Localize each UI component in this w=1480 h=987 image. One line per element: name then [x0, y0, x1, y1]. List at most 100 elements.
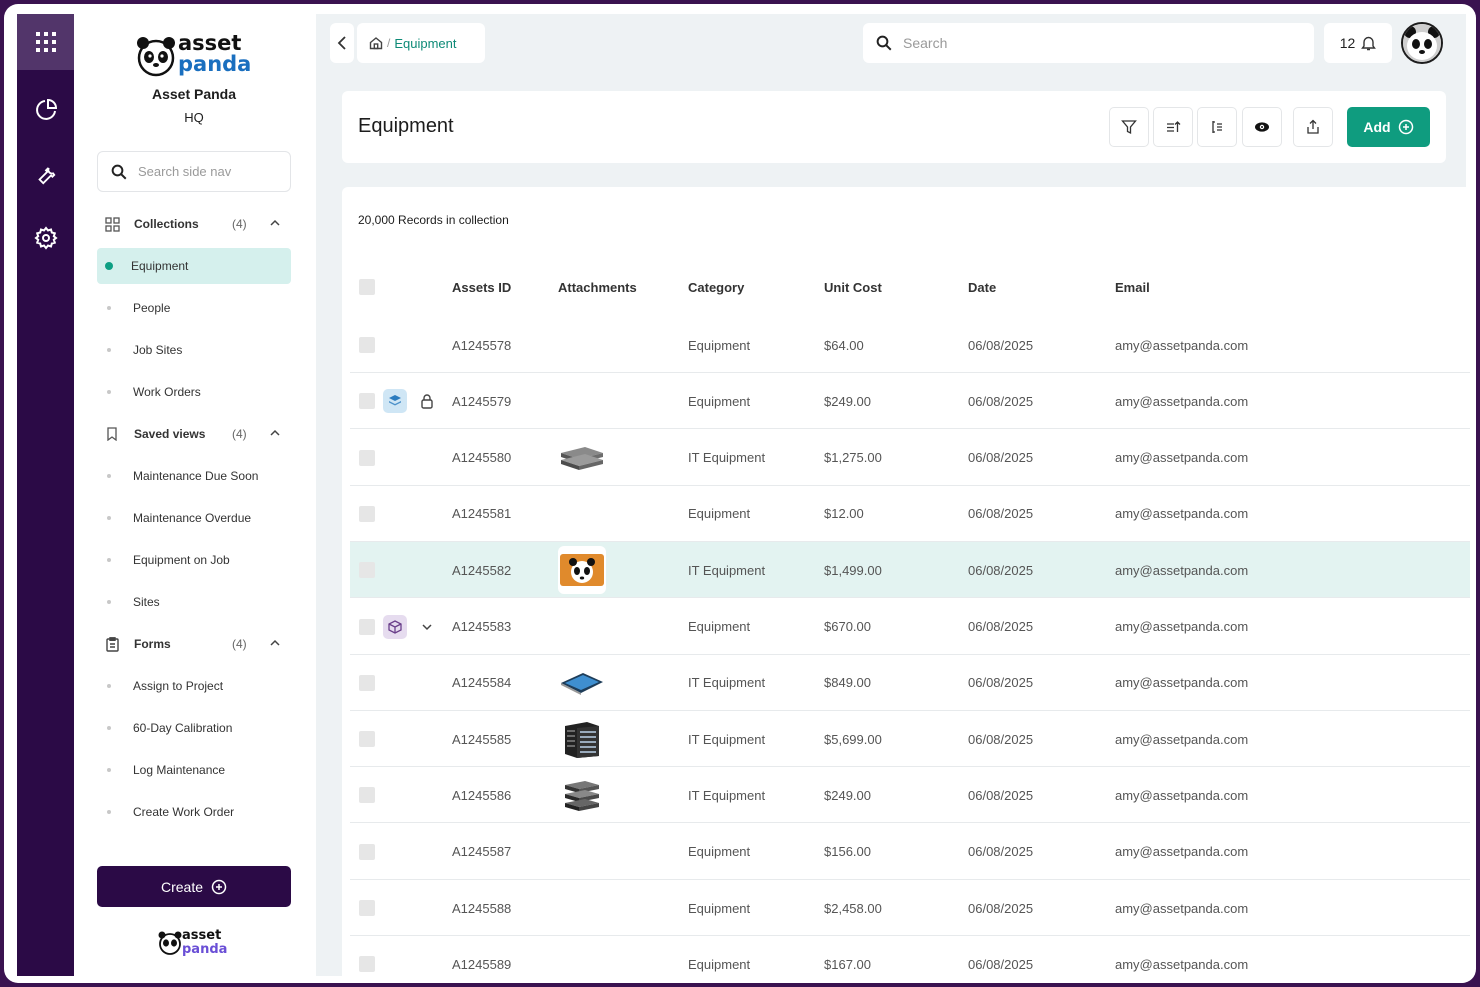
cell-asset-id[interactable]: A1245579	[452, 373, 511, 429]
home-icon[interactable]	[369, 36, 383, 50]
row-checkbox[interactable]	[359, 900, 375, 916]
sidebar-item-people[interactable]: People	[97, 290, 291, 326]
bookmark-icon	[104, 426, 120, 442]
table-row[interactable]: A1245584 IT Equipment $849.00 06/08/2025 amy…	[350, 655, 1470, 711]
server-blades-image[interactable]	[558, 433, 606, 482]
sidebar-item-maintenance-due-soon[interactable]: Maintenance Due Soon	[97, 458, 291, 494]
row-checkbox[interactable]	[359, 787, 375, 804]
sidebar-item-equipment-on-job[interactable]: Equipment on Job	[97, 542, 291, 578]
cell-unit-cost: $5,699.00	[824, 731, 882, 747]
side-nav-search[interactable]	[97, 151, 291, 192]
cell-email: amy@assetpanda.com	[1115, 787, 1249, 803]
sidebar-item-maintenance-overdue[interactable]: Maintenance Overdue	[97, 500, 291, 536]
sidebar-item-assign-to-project[interactable]: Assign to Project	[97, 668, 291, 704]
create-button[interactable]: Create	[97, 866, 291, 907]
box-icon[interactable]	[383, 614, 407, 639]
table-row[interactable]: A1245579 Equipment $249.00 06/08/2025 amy@as…	[350, 373, 1470, 430]
columns-button[interactable]	[1197, 107, 1237, 147]
table-row[interactable]: A1245578 Equipment $64.00 06/08/2025 amy@ass…	[350, 317, 1470, 373]
section-collections[interactable]: Collections (4)	[104, 213, 284, 235]
cell-unit-cost: $1,275.00	[824, 450, 882, 466]
table-row[interactable]: A1245589 Equipment $167.00 06/08/2025 amy@as…	[350, 936, 1470, 983]
cell-asset-id[interactable]: A1245582	[452, 542, 511, 598]
table-row[interactable]: A1245586 IT Equipment $249.00 06/08/2025 amy…	[350, 767, 1470, 824]
row-checkbox[interactable]	[359, 674, 375, 691]
side-nav-search-input[interactable]	[138, 164, 278, 179]
sort-button[interactable]	[1153, 107, 1193, 147]
global-search[interactable]	[863, 23, 1314, 63]
panda-photo-image[interactable]	[558, 546, 606, 595]
row-checkbox[interactable]	[359, 449, 375, 466]
back-button[interactable]	[330, 23, 354, 63]
wrench-icon	[37, 167, 55, 185]
column-header-assets-id[interactable]: Assets ID	[452, 269, 511, 305]
sidebar-item-60-day-calibration[interactable]: 60-Day Calibration	[97, 710, 291, 746]
network-switch-image[interactable]	[558, 771, 606, 820]
settings-button[interactable]	[17, 206, 74, 270]
cell-asset-id[interactable]: A1245586	[452, 767, 511, 823]
chevron-up-icon[interactable]	[270, 637, 284, 651]
export-button[interactable]	[1293, 107, 1333, 147]
row-checkbox[interactable]	[359, 618, 375, 635]
chevron-up-icon[interactable]	[270, 217, 284, 231]
cell-asset-id[interactable]: A1245581	[452, 486, 511, 542]
global-search-input[interactable]	[903, 35, 1283, 51]
lock-icon[interactable]	[415, 389, 439, 413]
add-button[interactable]: Add	[1347, 107, 1430, 147]
section-saved-views[interactable]: Saved views (4)	[104, 423, 284, 445]
row-checkbox[interactable]	[359, 337, 375, 353]
sidebar-item-equipment[interactable]: Equipment	[97, 248, 291, 284]
table-row[interactable]: A1245581 Equipment $12.00 06/08/2025 amy@ass…	[350, 486, 1470, 542]
filter-button[interactable]	[1109, 107, 1149, 147]
select-all-checkbox[interactable]	[359, 279, 375, 295]
notifications-button[interactable]: 12	[1324, 23, 1392, 63]
table-row[interactable]: A1245587 Equipment $156.00 06/08/2025 amy@as…	[350, 824, 1470, 880]
row-checkbox[interactable]	[359, 505, 375, 522]
cell-unit-cost: $670.00	[824, 619, 871, 634]
column-header-attachments[interactable]: Attachments	[558, 269, 637, 305]
row-checkbox[interactable]	[359, 843, 375, 860]
dashboard-button[interactable]	[17, 78, 74, 142]
cell-asset-id[interactable]: A1245584	[452, 655, 511, 711]
row-checkbox[interactable]	[359, 562, 375, 579]
column-header-unit-cost[interactable]: Unit Cost	[824, 269, 882, 305]
column-header-category[interactable]: Category	[688, 269, 744, 305]
small-logo-word-panda: panda	[182, 942, 227, 957]
server-rack-image[interactable]	[558, 715, 606, 764]
sidebar-item-sites[interactable]: Sites	[97, 584, 291, 620]
records-count: 20,000 Records in collection	[358, 213, 509, 227]
sidebar-item-create-work-order[interactable]: Create Work Order	[97, 794, 291, 830]
table-row[interactable]: A1245582 IT Equipment $1,499.00 06/08/2025 a…	[350, 542, 1470, 599]
row-checkbox[interactable]	[359, 393, 375, 410]
apps-grid-icon	[35, 32, 56, 52]
cell-asset-id[interactable]: A1245587	[452, 824, 511, 880]
section-forms[interactable]: Forms (4)	[104, 633, 284, 655]
avatar[interactable]	[1401, 22, 1443, 64]
cell-asset-id[interactable]: A1245589	[452, 936, 511, 983]
column-header-email[interactable]: Email	[1115, 269, 1150, 305]
sidebar-item-job-sites[interactable]: Job Sites	[97, 332, 291, 368]
sidebar-item-work-orders[interactable]: Work Orders	[97, 374, 291, 410]
cell-asset-id[interactable]: A1245588	[452, 880, 511, 936]
apps-grid-button[interactable]	[17, 14, 74, 70]
tablet-image[interactable]	[558, 658, 606, 707]
row-checkbox[interactable]	[359, 956, 375, 973]
table-row[interactable]: A1245580 IT Equipment $1,275.00 06/08/2025 a…	[350, 430, 1470, 486]
layers-icon[interactable]	[383, 389, 407, 414]
table-row[interactable]: A1245585 IT Equipment $5,699.00 06/08/2025 a…	[350, 711, 1470, 768]
tools-button[interactable]	[17, 142, 74, 206]
chevron-down-icon[interactable]	[415, 615, 439, 639]
cell-asset-id[interactable]: A1245578	[452, 317, 511, 373]
cell-category: IT Equipment	[688, 787, 766, 803]
cell-asset-id[interactable]: A1245580	[452, 430, 511, 486]
breadcrumb-current[interactable]: Equipment	[394, 36, 456, 51]
visibility-button[interactable]	[1242, 107, 1282, 147]
table-row[interactable]: A1245583 Equipment $670.00 06/08/2025 amy@as…	[350, 599, 1470, 655]
chevron-up-icon[interactable]	[270, 427, 284, 441]
table-row[interactable]: A1245588 Equipment $2,458.00 06/08/2025 amy@…	[350, 880, 1470, 936]
sidebar-item-log-maintenance[interactable]: Log Maintenance	[97, 752, 291, 788]
row-checkbox[interactable]	[359, 731, 375, 748]
cell-asset-id[interactable]: A1245583	[452, 599, 511, 655]
column-header-date[interactable]: Date	[968, 269, 996, 305]
cell-asset-id[interactable]: A1245585	[452, 711, 511, 767]
